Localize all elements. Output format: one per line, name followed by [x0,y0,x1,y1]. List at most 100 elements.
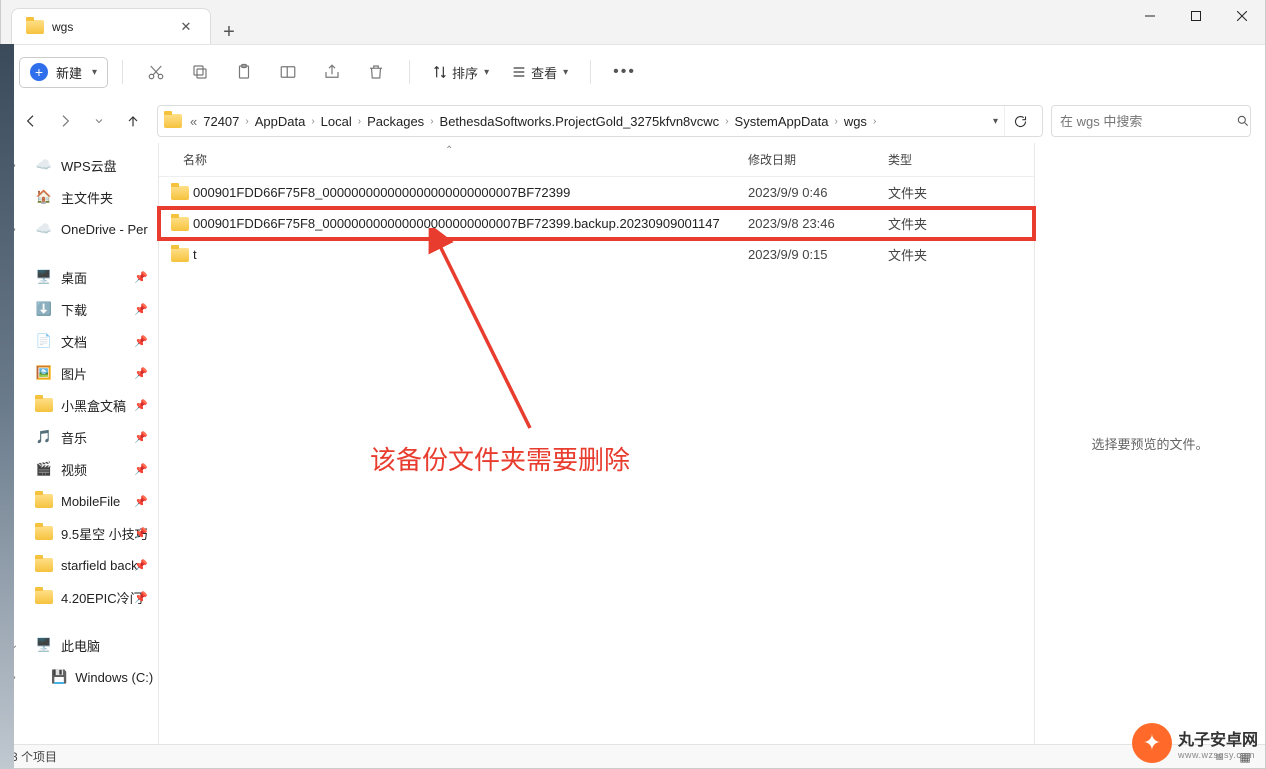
sidebar-item-label: 视频 [61,460,87,479]
file-type: 文件夹 [888,183,927,202]
music-icon: 🎵 [35,429,53,445]
download-icon: ⬇️ [35,301,53,317]
chevron-down-icon: ▾ [563,67,568,78]
folder-icon [35,494,53,508]
close-button[interactable] [1219,0,1265,32]
watermark-title: 丸子安卓网 [1178,726,1258,750]
file-name: t [193,247,748,262]
recent-button[interactable] [83,105,115,137]
chevron-right-icon: › [871,116,878,127]
breadcrumb-item[interactable]: SystemAppData [731,114,833,129]
maximize-button[interactable] [1173,0,1219,32]
sidebar-item[interactable]: ⬇️下载📌 [1,293,158,325]
close-tab-icon[interactable]: ✕ [176,19,196,35]
file-row[interactable]: 000901FDD66F75F8_00000000000000000000000… [159,208,1034,239]
cloud-icon: ☁️ [35,221,53,237]
breadcrumb-item[interactable]: wgs [840,114,871,129]
watermark: ✦ 丸子安卓网 www.wzsqsy.com [1132,723,1258,763]
pin-icon: 📌 [134,527,148,540]
pin-icon: 📌 [134,495,148,508]
sidebar-item-thispc[interactable]: ⌄🖥️此电脑 [1,629,158,661]
sidebar-item-label: OneDrive - Per [61,222,148,237]
chevron-right-icon: › [832,116,839,127]
sidebar-item[interactable]: 🎵音乐📌 [1,421,158,453]
main-area: ›☁️WPS云盘 🏠主文件夹 ›☁️OneDrive - Per 🖥️桌面📌⬇️… [1,143,1265,744]
pin-icon: 📌 [134,591,148,604]
sidebar-item-home[interactable]: 🏠主文件夹 [1,181,158,213]
sidebar-item-label: 4.20EPIC冷门 [61,588,143,607]
sort-button[interactable]: 排序 ▾ [424,57,497,88]
minimize-button[interactable] [1127,0,1173,32]
breadcrumb-item[interactable]: BethesdaSoftworks.ProjectGold_3275kfvn8v… [436,114,724,129]
up-button[interactable] [117,105,149,137]
breadcrumb-overflow[interactable]: « [188,114,199,129]
sidebar-item-wps[interactable]: ›☁️WPS云盘 [1,149,158,181]
breadcrumb-item[interactable]: Local [317,114,356,129]
doc-icon: 📄 [35,333,53,349]
new-label: 新建 [56,63,82,82]
title-bar: wgs ✕ + [1,0,1265,45]
tab-wgs[interactable]: wgs ✕ [11,8,211,44]
sidebar-item[interactable]: MobileFile📌 [1,485,158,517]
nav-arrows [15,105,149,137]
pin-icon: 📌 [134,271,148,284]
search-box[interactable] [1051,105,1251,137]
pin-icon: 📌 [134,367,148,380]
new-button[interactable]: + 新建 ▾ [19,57,108,88]
resize-handle[interactable] [155,143,163,744]
folder-icon [35,526,53,540]
breadcrumb-item[interactable]: Packages [363,114,428,129]
pin-icon: 📌 [134,399,148,412]
file-row[interactable]: 000901FDD66F75F8_00000000000000000000000… [159,177,1034,208]
sidebar-item[interactable]: 小黑盒文稿📌 [1,389,158,421]
chevron-right-icon: › [243,116,250,127]
navigation-pane: ›☁️WPS云盘 🏠主文件夹 ›☁️OneDrive - Per 🖥️桌面📌⬇️… [1,143,159,744]
sidebar-item[interactable]: 🖼️图片📌 [1,357,158,389]
sidebar-item[interactable]: 📄文档📌 [1,325,158,357]
column-date-header[interactable]: 修改日期 [748,151,888,168]
folder-icon [35,558,53,572]
forward-button[interactable] [49,105,81,137]
cut-button[interactable] [137,54,175,90]
sidebar-item[interactable]: 9.5星空 小技巧📌 [1,517,158,549]
nav-row: « 72407›AppData›Local›Packages›BethesdaS… [1,99,1265,143]
rename-button[interactable] [269,54,307,90]
chevron-down-icon: ▾ [484,67,489,78]
view-label: 查看 [531,63,557,82]
search-input[interactable] [1060,114,1236,129]
sidebar-item-label: 下载 [61,300,87,319]
refresh-button[interactable] [1004,106,1036,136]
file-row[interactable]: t2023/9/9 0:15文件夹 [159,239,1034,270]
breadcrumb-item[interactable]: 72407 [199,114,243,129]
paste-button[interactable] [225,54,263,90]
sidebar-item[interactable]: 🎬视频📌 [1,453,158,485]
new-tab-button[interactable]: + [211,21,247,44]
file-type: 文件夹 [888,245,927,264]
back-button[interactable] [15,105,47,137]
delete-button[interactable] [357,54,395,90]
share-button[interactable] [313,54,351,90]
breadcrumb-item[interactable]: AppData [251,114,310,129]
sidebar-item-label: 图片 [61,364,87,383]
sidebar-item[interactable]: starfield back📌 [1,549,158,581]
sidebar-item[interactable]: 🖥️桌面📌 [1,261,158,293]
breadcrumb: 72407›AppData›Local›Packages›BethesdaSof… [199,114,987,129]
sidebar-item-drive-c[interactable]: ›💾Windows (C:) [1,661,158,693]
chevron-right-icon: › [309,116,316,127]
sidebar-item[interactable]: 4.20EPIC冷门📌 [1,581,158,613]
file-type: 文件夹 [888,214,927,233]
column-type-header[interactable]: 类型 [888,151,1034,168]
chevron-right-icon: › [723,116,730,127]
copy-button[interactable] [181,54,219,90]
address-dropdown[interactable]: ▾ [987,116,1004,127]
sidebar-item-onedrive[interactable]: ›☁️OneDrive - Per [1,213,158,245]
more-button[interactable]: ••• [605,63,644,81]
column-name-header[interactable]: 名称⌃ [183,151,748,168]
pin-icon: 📌 [134,559,148,572]
view-button[interactable]: 查看 ▾ [503,57,576,88]
preview-placeholder: 选择要预览的文件。 [1091,434,1208,453]
search-icon[interactable] [1236,114,1250,128]
watermark-url: www.wzsqsy.com [1178,750,1258,760]
file-name: 000901FDD66F75F8_00000000000000000000000… [193,185,748,200]
address-bar[interactable]: « 72407›AppData›Local›Packages›BethesdaS… [157,105,1043,137]
